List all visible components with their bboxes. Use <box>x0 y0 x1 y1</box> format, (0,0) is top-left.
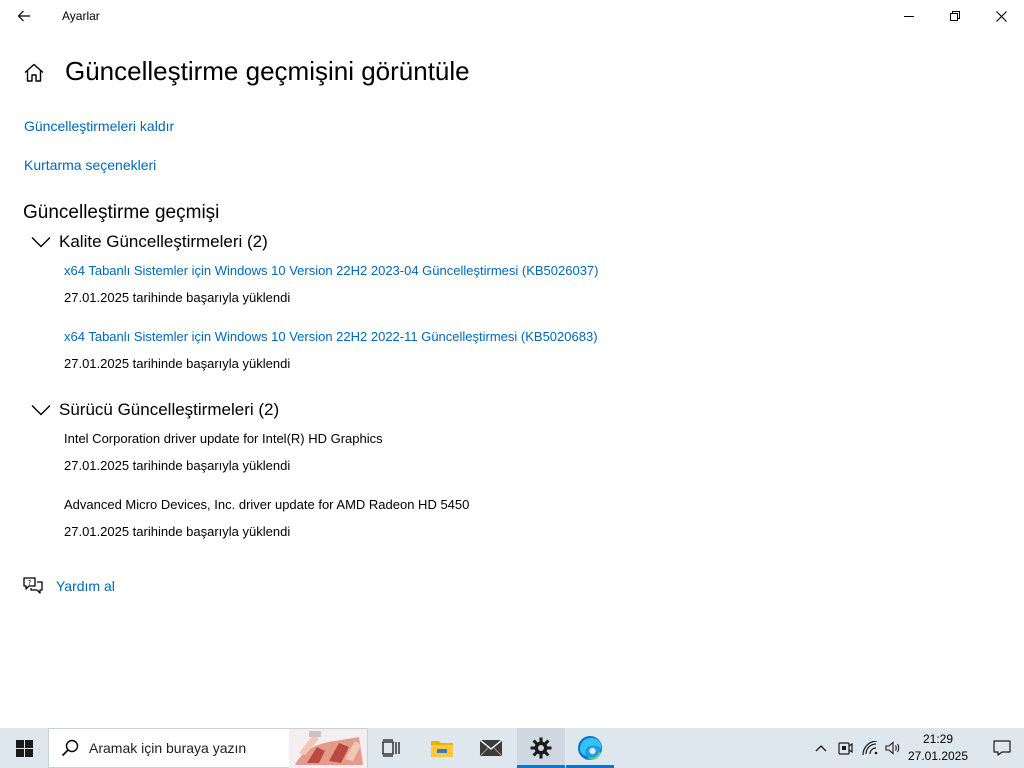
action-center-button[interactable] <box>980 728 1024 768</box>
show-hidden-icons-button[interactable] <box>810 728 832 768</box>
file-explorer-icon <box>431 741 453 757</box>
volume-button[interactable] <box>882 728 904 768</box>
mail-icon <box>479 739 503 757</box>
update-history-heading: Güncelleştirme geçmişi <box>23 202 220 223</box>
meet-now-button[interactable] <box>834 728 856 768</box>
driver-update-title: Advanced Micro Devices, Inc. driver upda… <box>64 497 470 512</box>
mail-button[interactable] <box>467 728 515 768</box>
settings-taskbar-button[interactable] <box>517 728 565 768</box>
update-link-kb5020683[interactable]: x64 Tabanlı Sistemler için Windows 10 Ve… <box>64 329 598 344</box>
help-chat-icon: ? <box>23 577 43 594</box>
get-help[interactable]: ? Yardım al <box>22 576 115 596</box>
restore-icon <box>950 11 960 21</box>
clock-time: 21:29 <box>922 732 954 746</box>
file-explorer-button[interactable] <box>418 728 466 768</box>
minimize-button[interactable] <box>886 0 932 32</box>
home-icon <box>24 63 44 82</box>
title-bar: Ayarlar <box>0 0 1024 32</box>
quality-updates-group-label: Kalite Güncelleştirmeleri (2) <box>59 232 268 251</box>
home-button[interactable] <box>22 61 46 85</box>
notification-icon <box>993 740 1011 756</box>
close-icon <box>995 10 1007 22</box>
page-title: Güncelleştirme geçmişini görüntüle <box>65 56 470 86</box>
window-title: Ayarlar <box>62 9 100 23</box>
chevron-down-icon <box>31 237 51 248</box>
clock-date: 27.01.2025 <box>907 749 969 763</box>
update-status: 27.01.2025 tarihinde başarıyla yüklendi <box>64 524 291 539</box>
edge-browser-button[interactable] <box>566 728 614 768</box>
back-arrow-icon <box>17 10 30 22</box>
taskbar-search-box[interactable]: Aramak için buraya yazın <box>48 728 368 768</box>
search-icon <box>61 739 79 757</box>
network-wifi-icon <box>862 741 878 755</box>
edge-icon <box>578 736 602 760</box>
minimize-icon <box>904 16 914 17</box>
meet-now-icon <box>838 742 853 755</box>
quality-updates-group-toggle[interactable]: Kalite Güncelleştirmeleri (2) <box>30 230 268 254</box>
svg-text:?: ? <box>28 579 32 587</box>
close-button[interactable] <box>978 0 1024 32</box>
update-status: 27.01.2025 tarihinde başarıyla yüklendi <box>64 458 291 473</box>
driver-update-title: Intel Corporation driver update for Inte… <box>64 431 383 446</box>
driver-updates-group-toggle[interactable]: Sürücü Güncelleştirmeleri (2) <box>30 398 279 422</box>
update-status: 27.01.2025 tarihinde başarıyla yüklendi <box>64 356 291 371</box>
taskbar: Aramak için buraya yazın 21:29 27.01.202… <box>0 728 1024 768</box>
task-view-icon <box>382 739 400 757</box>
network-button[interactable] <box>858 728 882 768</box>
speaker-icon <box>884 741 899 755</box>
settings-icon <box>530 737 552 759</box>
windows-logo-icon <box>15 739 33 757</box>
chevron-up-icon <box>815 745 827 752</box>
back-button[interactable] <box>0 0 48 32</box>
chevron-down-icon <box>31 405 51 416</box>
get-help-link[interactable]: Yardım al <box>56 578 115 594</box>
search-highlight-illustration-icon <box>289 729 367 768</box>
taskbar-clock[interactable]: 21:29 27.01.2025 <box>906 731 970 765</box>
restore-button[interactable] <box>932 0 978 32</box>
driver-updates-group-label: Sürücü Güncelleştirmeleri (2) <box>59 400 280 419</box>
update-status: 27.01.2025 tarihinde başarıyla yüklendi <box>64 290 291 305</box>
update-link-kb5026037[interactable]: x64 Tabanlı Sistemler için Windows 10 Ve… <box>64 263 599 278</box>
search-placeholder: Aramak için buraya yazın <box>89 740 247 756</box>
task-view-button[interactable] <box>368 728 416 768</box>
uninstall-updates-link[interactable]: Güncelleştirmeleri kaldır <box>24 118 174 134</box>
start-button[interactable] <box>0 728 48 768</box>
recovery-options-link[interactable]: Kurtarma seçenekleri <box>24 157 156 173</box>
